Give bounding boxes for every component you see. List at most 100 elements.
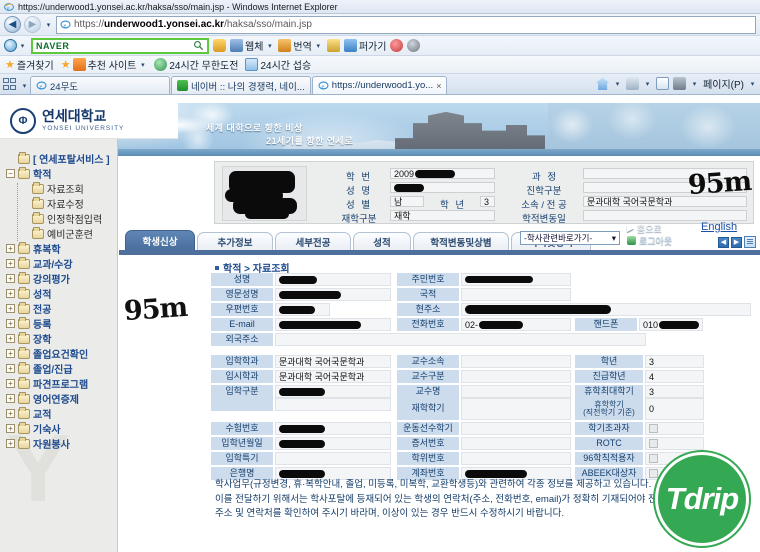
- field-value-0-c[interactable]: 3: [645, 355, 704, 368]
- page-menu-caret-icon[interactable]: ▾: [748, 75, 757, 92]
- print-icon[interactable]: [673, 77, 687, 90]
- search-input[interactable]: NAVER: [31, 37, 209, 54]
- toolbar-item-send[interactable]: 퍼가기: [343, 38, 386, 53]
- field-value-postal-code[interactable]: [275, 303, 330, 316]
- favorite-link-2[interactable]: 24시간 섭승: [245, 57, 311, 72]
- tab-2[interactable]: 세부전공: [275, 232, 351, 250]
- translate-caret-icon[interactable]: ▾: [314, 37, 323, 54]
- sidebar-item-7[interactable]: + 강의평가: [4, 271, 117, 286]
- field-value-4-b[interactable]: [461, 422, 571, 435]
- site-logo[interactable]: Φ 연세대학교 YONSEI UNIVERSITY: [0, 103, 178, 139]
- capture-caret-icon[interactable]: ▾: [265, 37, 274, 54]
- checkbox[interactable]: [649, 454, 658, 463]
- field-value-admission-type-2[interactable]: [275, 398, 391, 411]
- sidebar-item-8[interactable]: + 성적: [4, 286, 117, 301]
- forward-button[interactable]: ▶: [24, 16, 41, 33]
- field-value-5-b[interactable]: [461, 437, 571, 450]
- magnifier-icon[interactable]: [193, 40, 204, 51]
- field-value-email[interactable]: [275, 318, 391, 331]
- feed-icon[interactable]: [626, 77, 640, 90]
- english-link[interactable]: English: [701, 221, 737, 233]
- field-value-1-a[interactable]: 문과대학 국어국문학과: [275, 370, 391, 383]
- tab-next-button[interactable]: ▶: [731, 236, 742, 248]
- sidebar-item-9[interactable]: + 전공: [4, 301, 117, 316]
- field-value-5-c[interactable]: [645, 437, 704, 450]
- tab-4[interactable]: 학적변동및상볌: [413, 232, 509, 250]
- tab-0[interactable]: 학생신상: [125, 230, 195, 250]
- sidebar-item-17[interactable]: + 기숙사: [4, 421, 117, 436]
- sidebar-item-16[interactable]: + 교적: [4, 406, 117, 421]
- field-value-2-c[interactable]: 3: [645, 385, 704, 398]
- quick-link-select[interactable]: -학사관련바로가기- ▾: [520, 231, 620, 245]
- field-value-resident-number[interactable]: [461, 273, 571, 286]
- mail-icon[interactable]: [656, 77, 670, 90]
- save-icon[interactable]: [326, 39, 340, 52]
- sidebar-item-0[interactable]: − 학적: [4, 166, 117, 181]
- suggested-caret-icon[interactable]: ▾: [138, 56, 147, 73]
- field-value-6-a[interactable]: [275, 452, 391, 465]
- expand-icon[interactable]: +: [6, 379, 15, 388]
- sidebar-item-15[interactable]: + 영어연증제: [4, 391, 117, 406]
- more-options-icon[interactable]: [407, 39, 421, 52]
- field-value-name[interactable]: [275, 273, 391, 286]
- field-value-3-b[interactable]: [461, 398, 571, 420]
- browser-tab-2[interactable]: e https://underwood1.yo... ×: [311, 76, 448, 94]
- field-value-mobile[interactable]: 010: [639, 318, 703, 331]
- checkbox[interactable]: [649, 439, 658, 448]
- quick-tabs-icon[interactable]: [3, 78, 19, 91]
- sidebar-item-18[interactable]: + 자원봉사: [4, 436, 117, 451]
- expand-icon[interactable]: +: [6, 259, 15, 268]
- naver-toolbar-icon[interactable]: [4, 39, 17, 52]
- favorite-link-1[interactable]: 24시간 무한도전: [154, 57, 238, 72]
- field-value-1-b[interactable]: [461, 370, 571, 383]
- field-value-6-b[interactable]: [461, 452, 571, 465]
- sidebar-item-portal-root[interactable]: [ 연세포탈서비스 ]: [4, 151, 117, 166]
- field-value-0-a[interactable]: 문과대학 국어국문학과: [275, 355, 391, 368]
- back-button[interactable]: ◀: [4, 16, 21, 33]
- tab-prev-button[interactable]: ◀: [718, 236, 729, 248]
- field-value-nationality[interactable]: [461, 288, 571, 301]
- expand-icon[interactable]: +: [6, 244, 15, 253]
- checkbox[interactable]: [649, 424, 658, 433]
- history-dropdown-icon[interactable]: ▾: [44, 16, 53, 33]
- sidebar-item-10[interactable]: + 등록: [4, 316, 117, 331]
- favorites-button[interactable]: ★ 즐겨찾기: [5, 57, 54, 72]
- expand-icon[interactable]: +: [6, 349, 15, 358]
- feed-caret-icon[interactable]: ▾: [643, 75, 652, 92]
- expand-icon[interactable]: +: [6, 289, 15, 298]
- expand-icon[interactable]: +: [6, 394, 15, 403]
- security-key-icon[interactable]: [213, 39, 226, 52]
- home-caret-icon[interactable]: ▾: [613, 75, 622, 92]
- tab-list-caret-icon[interactable]: ▾: [20, 77, 29, 94]
- expand-icon[interactable]: +: [6, 274, 15, 283]
- expand-icon[interactable]: +: [6, 304, 15, 313]
- shield-icon[interactable]: [390, 39, 404, 52]
- logout-link[interactable]: 로그아웃: [627, 234, 672, 247]
- field-value-5-a[interactable]: [275, 437, 391, 450]
- sidebar-item-4[interactable]: 예비군훈련: [4, 226, 117, 241]
- address-input[interactable]: e https://underwood1.yonsei.ac.kr/haksa/…: [56, 15, 756, 34]
- expand-icon[interactable]: +: [6, 319, 15, 328]
- field-value-3-c[interactable]: 0: [645, 398, 704, 420]
- field-value-6-c[interactable]: [645, 452, 704, 465]
- expand-icon[interactable]: +: [6, 334, 15, 343]
- expand-icon[interactable]: +: [6, 424, 15, 433]
- field-value-foreign-address[interactable]: [275, 333, 646, 346]
- toolbar-item-translate[interactable]: 번역 ▾: [278, 37, 322, 54]
- toolbar-item-capture[interactable]: 웹체 ▾: [230, 37, 274, 54]
- list-view-icon[interactable]: [744, 236, 756, 248]
- sidebar-item-6[interactable]: + 교과/수강: [4, 256, 117, 271]
- sidebar-item-2[interactable]: 자료수정: [4, 196, 117, 211]
- field-value-2-b[interactable]: [461, 385, 571, 398]
- browser-tab-0[interactable]: e 24무도: [30, 76, 170, 94]
- sidebar-item-1[interactable]: 자료조회: [4, 181, 117, 196]
- sidebar-item-3[interactable]: 인정학점입력: [4, 211, 117, 226]
- home-icon[interactable]: [596, 77, 610, 90]
- field-value-2-a[interactable]: [275, 385, 391, 398]
- tab-1[interactable]: 추가정보: [197, 232, 273, 250]
- field-value-english-name[interactable]: [275, 288, 391, 301]
- close-icon[interactable]: ×: [436, 81, 441, 91]
- print-caret-icon[interactable]: ▾: [690, 75, 699, 92]
- field-value-current-address[interactable]: [461, 303, 751, 316]
- browser-tab-1[interactable]: 네이버 :: 나의 경쟁력, 네이...: [171, 76, 311, 94]
